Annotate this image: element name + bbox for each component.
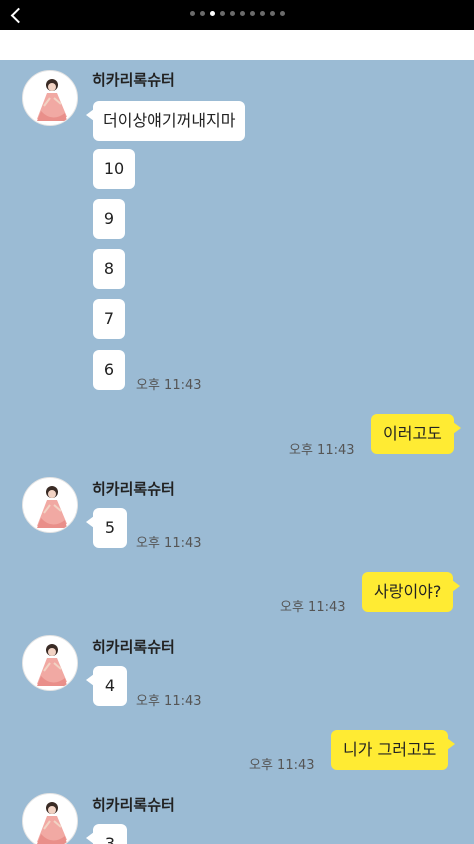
sender-name: 히카리록슈터 xyxy=(92,71,175,89)
girl-illustration-icon xyxy=(37,486,67,528)
sender-name: 히카리록슈터 xyxy=(92,638,175,656)
page-dot[interactable] xyxy=(239,11,245,16)
page-dot[interactable] xyxy=(199,11,205,16)
message-time: 오후 11:43 xyxy=(249,758,315,773)
profile-avatar[interactable] xyxy=(22,635,78,691)
page-indicator xyxy=(0,11,474,19)
message-time: 오후 11:43 xyxy=(289,443,355,458)
message-bubble[interactable]: 9 xyxy=(93,199,125,239)
girl-illustration-icon xyxy=(37,644,67,686)
message-time: 오후 11:43 xyxy=(136,536,202,551)
white-header-strip xyxy=(0,30,474,60)
message-bubble[interactable]: 4 xyxy=(86,666,127,706)
girl-illustration-icon xyxy=(37,802,67,844)
message-bubble[interactable]: 8 xyxy=(93,249,125,289)
page-dot[interactable] xyxy=(279,11,285,16)
message-time: 오후 11:43 xyxy=(280,600,346,615)
message-bubble[interactable]: 10 xyxy=(93,149,135,189)
page-dot[interactable] xyxy=(229,11,235,16)
profile-avatar[interactable] xyxy=(22,793,78,844)
page-dot-active[interactable] xyxy=(209,11,215,16)
sender-name: 히카리록슈터 xyxy=(92,480,175,498)
sender-name: 히카리록슈터 xyxy=(92,796,175,814)
message-time: 오후 11:43 xyxy=(136,694,202,709)
message-bubble[interactable]: 더이상얘기꺼내지마 xyxy=(85,101,246,141)
chat-area[interactable]: 히카리록슈터 더이상얘기꺼내지마 10 9 8 7 6 오후 11:43 오후 … xyxy=(0,60,474,844)
message-bubble[interactable]: 6 xyxy=(93,350,125,390)
girl-illustration-icon xyxy=(37,79,67,121)
message-time: 오후 11:43 xyxy=(136,378,202,393)
message-bubble-outgoing[interactable]: 니가 그러고도 xyxy=(331,730,456,770)
page-dot[interactable] xyxy=(269,11,275,16)
message-bubble[interactable]: 7 xyxy=(93,299,125,339)
message-bubble[interactable]: 5 xyxy=(86,508,127,548)
page-dot[interactable] xyxy=(219,11,225,16)
message-bubble-outgoing[interactable]: 사랑이야? xyxy=(362,572,461,612)
profile-avatar[interactable] xyxy=(22,477,78,533)
top-navigation-bar xyxy=(0,0,474,30)
message-bubble[interactable]: 3 xyxy=(86,824,127,844)
profile-avatar[interactable] xyxy=(22,70,78,126)
page-dot[interactable] xyxy=(259,11,265,16)
page-dot[interactable] xyxy=(249,11,255,16)
page-dot[interactable] xyxy=(189,11,195,16)
message-bubble-outgoing[interactable]: 이러고도 xyxy=(371,414,461,454)
